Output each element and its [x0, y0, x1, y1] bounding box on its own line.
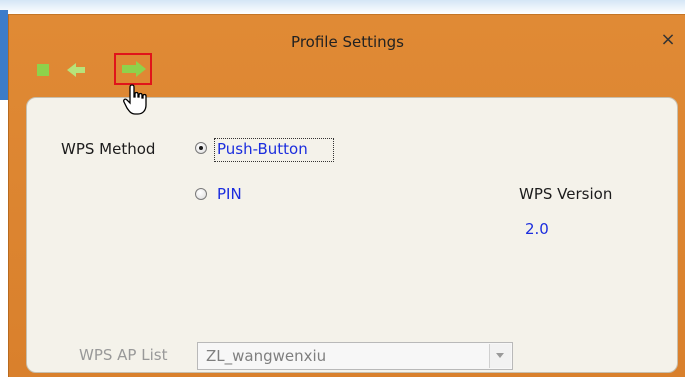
wps-ap-list-value: ZL_wangwenxiu	[206, 347, 327, 365]
wps-ap-list-label: WPS AP List	[79, 346, 168, 364]
close-icon[interactable]: ×	[659, 30, 677, 50]
next-button[interactable]	[114, 53, 152, 85]
pin-label[interactable]: PIN	[217, 185, 242, 203]
wps-ap-list-select[interactable]: ZL_wangwenxiu	[197, 342, 513, 370]
push-button-label[interactable]: Push-Button	[217, 140, 308, 158]
stop-square-icon	[37, 64, 49, 76]
desktop-strip	[0, 0, 685, 14]
arrow-right-icon	[122, 61, 146, 77]
back-button[interactable]	[64, 58, 88, 82]
dropdown-button[interactable]	[489, 344, 511, 368]
pin-radio[interactable]	[195, 188, 207, 200]
wps-method-label: WPS Method	[61, 140, 156, 158]
chevron-down-icon	[496, 353, 504, 358]
profile-settings-window: Profile Settings × WPS Method Push-Butto…	[8, 14, 685, 377]
hand-cursor-icon	[123, 84, 147, 115]
window-title: Profile Settings	[291, 33, 404, 51]
wps-version-label: WPS Version	[519, 185, 613, 203]
arrow-left-icon	[67, 63, 85, 77]
stop-button[interactable]	[31, 58, 55, 82]
push-button-radio[interactable]	[195, 142, 207, 154]
settings-panel: WPS Method Push-Button PIN WPS Version 2…	[26, 97, 678, 373]
radio-selected-dot	[199, 146, 203, 150]
background-window-edge	[0, 10, 8, 100]
wps-version-value: 2.0	[525, 220, 549, 238]
